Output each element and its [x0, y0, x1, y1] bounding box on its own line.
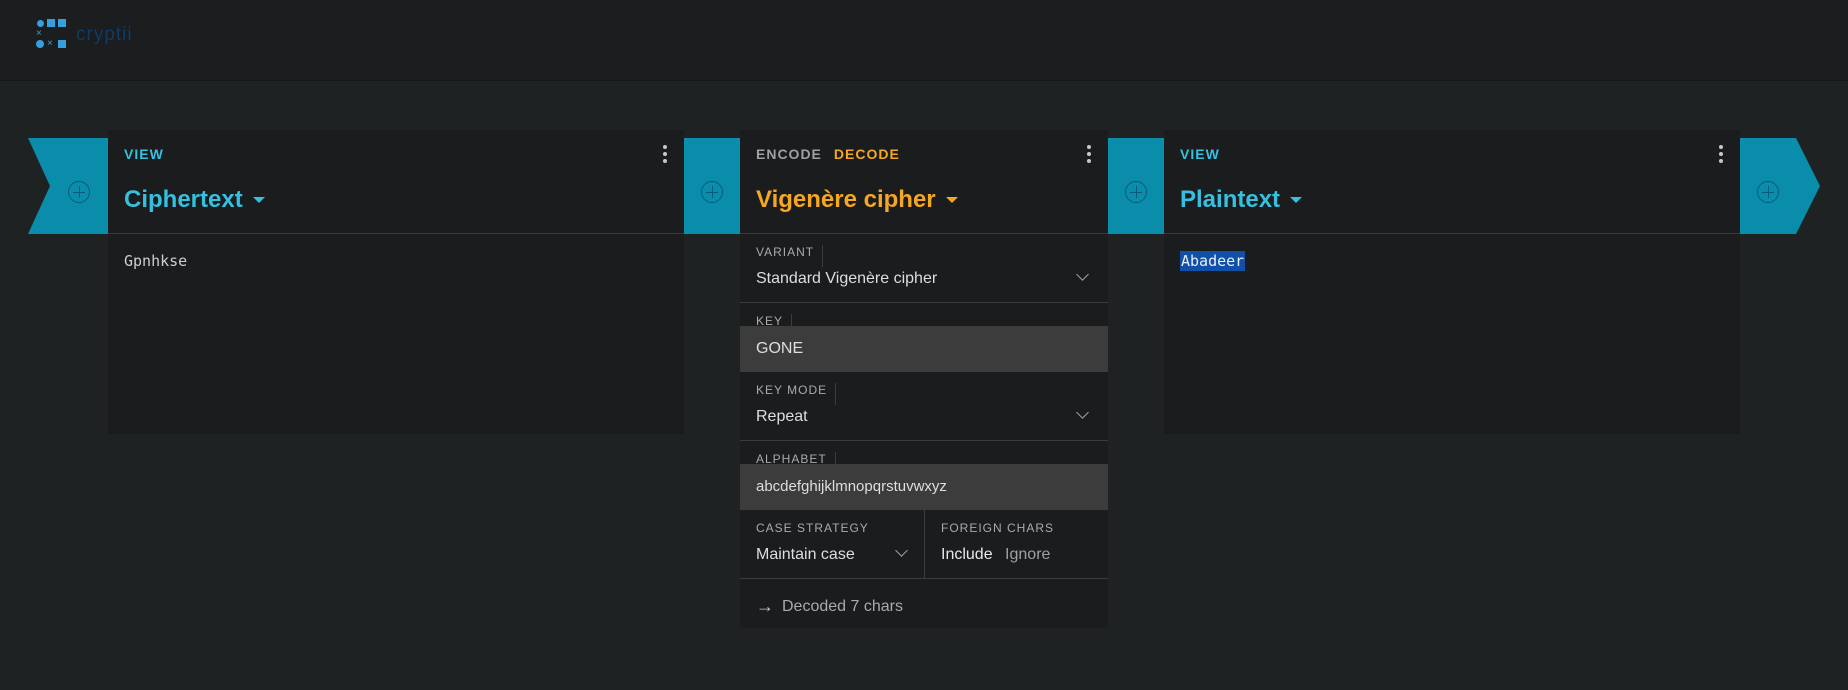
- add-brick-button-left[interactable]: [50, 138, 108, 234]
- add-brick-button-right[interactable]: [1740, 138, 1796, 234]
- setting-label: CASE STRATEGY: [756, 521, 869, 535]
- setting-case-strategy[interactable]: CASE STRATEGY Maintain case: [740, 510, 925, 579]
- brick-title: Plaintext: [1180, 186, 1281, 213]
- add-brick-button-mid-right[interactable]: [1108, 138, 1164, 234]
- chevron-down-icon: [895, 544, 908, 557]
- foreign-chars-include[interactable]: Include: [941, 546, 993, 563]
- key-value: GONE: [756, 340, 804, 357]
- menu-dots-icon[interactable]: [660, 144, 670, 164]
- tab-view[interactable]: VIEW: [124, 146, 164, 162]
- brick-plaintext-view: VIEW Plaintext Abadeer: [1164, 130, 1740, 434]
- setting-variant[interactable]: VARIANT Standard Vigenère cipher: [740, 234, 1108, 303]
- add-brick-icon: [701, 181, 723, 203]
- setting-alphabet: ALPHABET abcdefghijklmnopqrstuvwxyz: [740, 441, 1108, 510]
- setting-label: FOREIGN CHARS: [941, 521, 1055, 535]
- add-brick-icon: [68, 181, 90, 203]
- setting-label: VARIANT: [756, 245, 824, 267]
- add-brick-icon: [1757, 181, 1779, 203]
- logo[interactable]: × × cryptii: [36, 18, 133, 52]
- selected-text: Abadeer: [1180, 251, 1246, 271]
- foreign-chars-ignore[interactable]: Ignore: [1005, 546, 1050, 563]
- ciphertext-content[interactable]: Gpnhkse: [124, 252, 187, 270]
- setting-key: KEY GONE: [740, 303, 1108, 372]
- menu-dots-icon[interactable]: [1716, 144, 1726, 164]
- brick-pipeline: VIEW Ciphertext Gpnhkse ENCODE DECODE Vi…: [0, 130, 1848, 680]
- tab-view[interactable]: VIEW: [1180, 146, 1220, 162]
- case-strategy-select[interactable]: Maintain case: [756, 546, 855, 564]
- tab-encode[interactable]: ENCODE: [756, 146, 822, 162]
- brick-title: Ciphertext: [124, 186, 243, 213]
- setting-foreign-chars: FOREIGN CHARS Include Ignore: [925, 510, 1108, 579]
- caret-down-icon: [1290, 197, 1303, 203]
- caret-down-icon: [252, 197, 265, 203]
- brick-ciphertext-view: VIEW Ciphertext Gpnhkse: [108, 130, 684, 434]
- status-text: Decoded 7 chars: [782, 597, 903, 615]
- tab-decode[interactable]: DECODE: [834, 146, 900, 162]
- brick-title-dropdown[interactable]: Vigenère cipher: [756, 186, 958, 214]
- plaintext-content[interactable]: Abadeer: [1180, 251, 1246, 271]
- add-brick-icon: [1125, 181, 1147, 203]
- setting-key-mode[interactable]: KEY MODE Repeat: [740, 372, 1108, 441]
- arrow-right-icon: →: [756, 596, 774, 616]
- setting-label: KEY MODE: [756, 383, 837, 405]
- brick-title-dropdown[interactable]: Plaintext: [1180, 186, 1303, 214]
- brick-title: Vigenère cipher: [756, 186, 936, 213]
- brick-header: ENCODE DECODE Vigenère cipher: [740, 130, 1108, 234]
- caret-down-icon: [945, 197, 958, 203]
- logo-icon: × ×: [36, 18, 70, 52]
- brick-header: VIEW Plaintext: [1164, 130, 1740, 234]
- chevron-down-icon: [1076, 268, 1089, 281]
- add-brick-button-mid-left[interactable]: [684, 138, 740, 234]
- foreign-chars-options: Include Ignore: [941, 546, 1058, 564]
- brick-header: VIEW Ciphertext: [108, 130, 684, 234]
- brick-title-dropdown[interactable]: Ciphertext: [124, 186, 265, 214]
- key-mode-select[interactable]: Repeat: [756, 408, 808, 426]
- logo-text: cryptii: [76, 24, 133, 45]
- chevron-down-icon: [1076, 406, 1089, 419]
- variant-select[interactable]: Standard Vigenère cipher: [756, 270, 937, 288]
- menu-dots-icon[interactable]: [1084, 144, 1094, 164]
- brick-vigenere-cipher: ENCODE DECODE Vigenère cipher VARIANT St…: [740, 130, 1108, 628]
- status-bar: → Decoded 7 chars: [756, 596, 903, 617]
- alphabet-value: abcdefghijklmnopqrstuvwxyz: [756, 478, 947, 495]
- top-bar: × × cryptii: [0, 0, 1848, 81]
